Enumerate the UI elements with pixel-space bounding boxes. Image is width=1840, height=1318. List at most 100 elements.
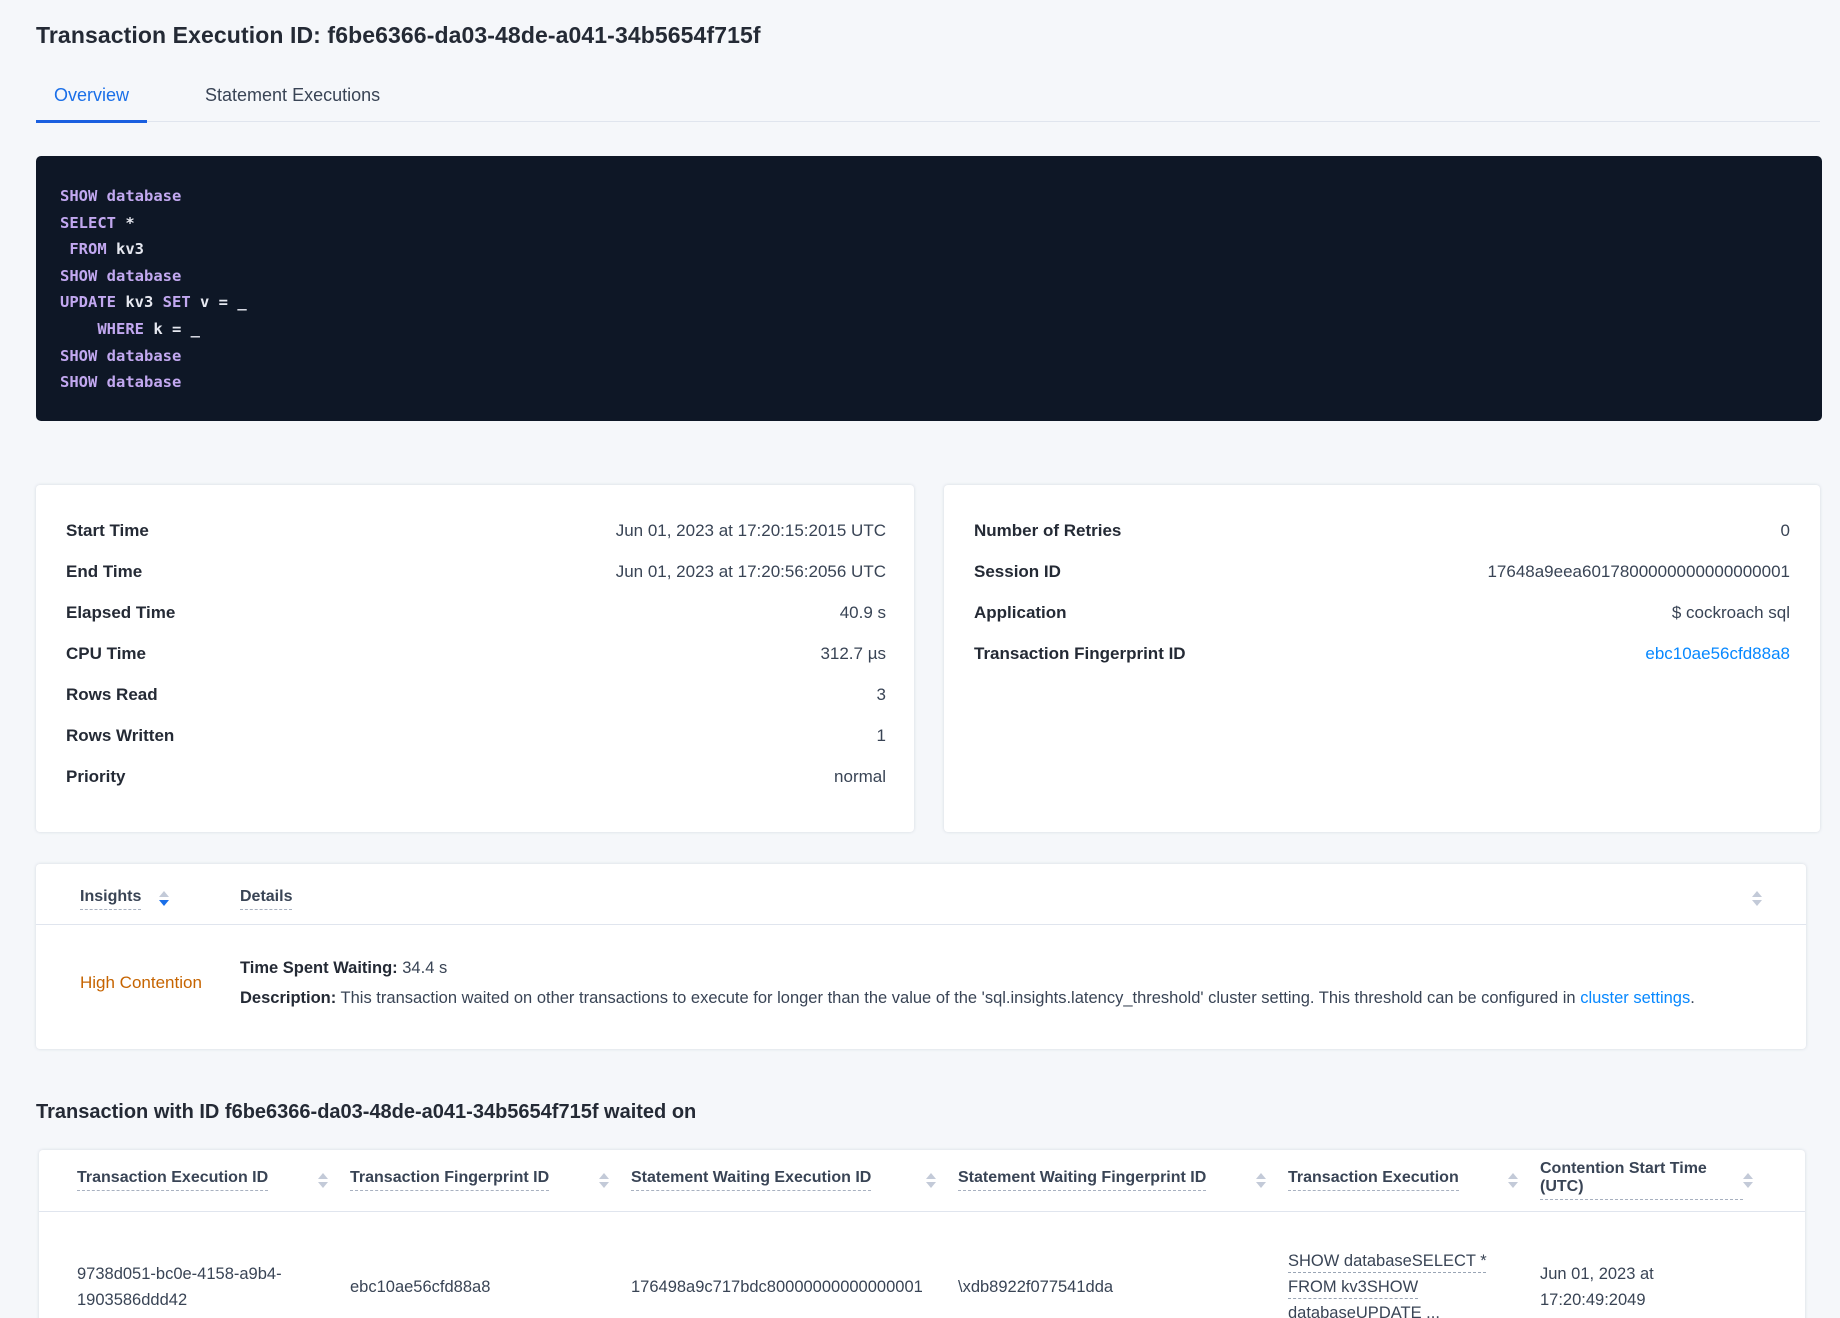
stat-row-rows-written: Rows Written 1 <box>66 724 886 748</box>
stat-row-session-id: Session ID 17648a9eea6017800000000000000… <box>974 560 1790 584</box>
sql-keyword: UPDATE <box>60 293 116 312</box>
sort-icon[interactable] <box>159 891 170 907</box>
summary-cards-row: Start Time Jun 01, 2023 at 17:20:15:2015… <box>36 484 1820 832</box>
waiting-label: Time Spent Waiting: <box>240 958 398 977</box>
stat-row-elapsed-time: Elapsed Time 40.9 s <box>66 601 886 625</box>
stat-row-retries: Number of Retries 0 <box>974 519 1790 543</box>
stat-label: Start Time <box>66 520 149 540</box>
description-suffix: . <box>1690 988 1695 1007</box>
stat-row-priority: Priority normal <box>66 765 886 789</box>
stat-row-application: Application $ cockroach sql <box>974 601 1790 625</box>
cell-txn-execution-id: 9738d051-bc0e-4158-a9b4-1903586ddd42 <box>77 1264 282 1309</box>
sort-icon[interactable] <box>1256 1172 1266 1188</box>
sql-text: kv3 <box>116 293 163 312</box>
sql-line: WHERE k = _ <box>60 316 1798 343</box>
stat-value: 3 <box>876 684 886 704</box>
sql-keyword: SHOW database <box>60 187 182 205</box>
sql-keyword: FROM <box>69 240 107 259</box>
cell-contention-start-time: Jun 01, 2023 at 17:20:49:2049 <box>1540 1264 1654 1309</box>
stat-value: 0 <box>1780 520 1790 540</box>
sort-icon[interactable] <box>926 1172 936 1188</box>
cell-transaction-execution: SHOW databaseSELECT * FROM kv3SHOW datab… <box>1288 1212 1540 1318</box>
stat-value: Jun 01, 2023 at 17:20:15:2015 UTC <box>615 520 886 540</box>
column-label[interactable]: Transaction Execution <box>1288 1169 1459 1192</box>
stat-label: Priority <box>66 766 126 786</box>
cluster-settings-link[interactable]: cluster settings <box>1580 989 1690 1007</box>
sql-keyword: SELECT <box>60 213 116 232</box>
transaction-execution-link[interactable]: SHOW databaseSELECT * FROM kv3SHOW datab… <box>1288 1252 1487 1318</box>
details-column-label[interactable]: Details <box>240 888 293 910</box>
column-header-stmt-waiting-fingerprint-id: Statement Waiting Fingerprint ID <box>958 1169 1288 1192</box>
sql-keyword: SET <box>162 293 191 312</box>
tab-bar: Overview Statement Executions <box>36 79 1820 123</box>
column-label[interactable]: Statement Waiting Execution ID <box>631 1169 872 1192</box>
column-header-txn-execution-id: Transaction Execution ID <box>77 1169 350 1192</box>
stat-value: 1 <box>876 725 886 745</box>
insight-details: Time Spent Waiting: 34.4 s Description: … <box>240 953 1778 1013</box>
insights-column-label[interactable]: Insights <box>80 888 142 910</box>
stat-label: Number of Retries <box>974 520 1122 540</box>
stat-row-end-time: End Time Jun 01, 2023 at 17:20:56:2056 U… <box>66 560 886 584</box>
sql-text: k = _ <box>144 319 200 338</box>
insights-table-card: Insights Details High Contention Time Sp… <box>36 863 1806 1049</box>
sort-icon[interactable] <box>1508 1172 1518 1188</box>
sort-icon[interactable] <box>1752 891 1762 907</box>
stat-row-transaction-fingerprint-id: Transaction Fingerprint ID ebc10ae56cfd8… <box>974 642 1790 666</box>
column-label[interactable]: Transaction Fingerprint ID <box>350 1169 550 1192</box>
sql-line: FROM kv3 <box>60 236 1798 263</box>
sql-text: v = _ <box>190 293 247 312</box>
sql-line: SHOW database <box>60 263 1798 290</box>
session-info-card: Number of Retries 0 Session ID 17648a9ee… <box>944 484 1820 832</box>
sort-icon[interactable] <box>1743 1172 1753 1188</box>
stat-value: 17648a9eea6017800000000000000001 <box>1487 561 1790 581</box>
waiting-value: 34.4 s <box>397 958 448 977</box>
sql-keyword: SHOW database <box>60 373 182 392</box>
column-header-stmt-waiting-execution-id: Statement Waiting Execution ID <box>631 1169 958 1192</box>
column-label[interactable]: Transaction Execution ID <box>77 1169 269 1192</box>
tab-overview[interactable]: Overview <box>36 79 148 123</box>
stat-value: 40.9 s <box>839 602 886 622</box>
description-label: Description: <box>240 988 337 1007</box>
sql-statements-box: SHOW database SELECT * FROM kv3 SHOW dat… <box>36 156 1822 421</box>
sql-keyword: SHOW database <box>60 266 182 285</box>
details-column-header: Details <box>240 888 1778 910</box>
tab-statement-executions[interactable]: Statement Executions <box>187 79 398 123</box>
sort-icon[interactable] <box>599 1172 609 1188</box>
cell-stmt-waiting-fingerprint-id: \xdb8922f077541dda <box>958 1277 1114 1296</box>
sql-keyword: SHOW database <box>60 346 182 365</box>
sql-line: SHOW database <box>60 183 1798 210</box>
stat-label: Transaction Fingerprint ID <box>974 643 1186 663</box>
waited-on-table-header: Transaction Execution ID Transaction Fin… <box>39 1150 1805 1212</box>
execution-stats-card: Start Time Jun 01, 2023 at 17:20:15:2015… <box>36 484 914 832</box>
sql-line: SHOW database <box>60 369 1798 396</box>
transaction-details-page: Transaction Execution ID: f6be6366-da03-… <box>0 0 1840 1318</box>
sql-keyword: WHERE <box>97 319 144 338</box>
stat-row-cpu-time: CPU Time 312.7 µs <box>66 642 886 666</box>
stat-label: Rows Read <box>66 684 158 704</box>
column-header-transaction-execution: Transaction Execution <box>1288 1169 1540 1192</box>
sql-text: * <box>116 213 135 232</box>
sql-line: SELECT * <box>60 210 1798 237</box>
column-label[interactable]: Contention Start Time (UTC) <box>1540 1160 1743 1201</box>
sql-line: SHOW database <box>60 343 1798 370</box>
transaction-fingerprint-link[interactable]: ebc10ae56cfd88a8 <box>1645 642 1790 666</box>
stat-label: Session ID <box>974 561 1061 581</box>
time-spent-waiting-line: Time Spent Waiting: 34.4 s <box>240 953 1778 983</box>
stat-label: Application <box>974 602 1067 622</box>
description-text: This transaction waited on other transac… <box>336 988 1581 1007</box>
stat-value: 312.7 µs <box>820 643 886 663</box>
page-title: Transaction Execution ID: f6be6366-da03-… <box>36 22 761 48</box>
column-label[interactable]: Statement Waiting Fingerprint ID <box>958 1169 1207 1192</box>
sql-text: kv3 <box>106 240 144 259</box>
cell-txn-fingerprint-id: ebc10ae56cfd88a8 <box>350 1277 491 1296</box>
sort-icon[interactable] <box>318 1172 328 1188</box>
stat-label: Elapsed Time <box>66 602 176 622</box>
sql-line: UPDATE kv3 SET v = _ <box>60 289 1798 316</box>
insight-row: High Contention Time Spent Waiting: 34.4… <box>36 925 1806 1019</box>
stat-row-rows-read: Rows Read 3 <box>66 683 886 707</box>
stat-value: normal <box>834 766 886 786</box>
waited-on-table-row: 9738d051-bc0e-4158-a9b4-1903586ddd42 ebc… <box>39 1212 1805 1318</box>
column-header-contention-start-time: Contention Start Time (UTC) <box>1540 1160 1775 1201</box>
